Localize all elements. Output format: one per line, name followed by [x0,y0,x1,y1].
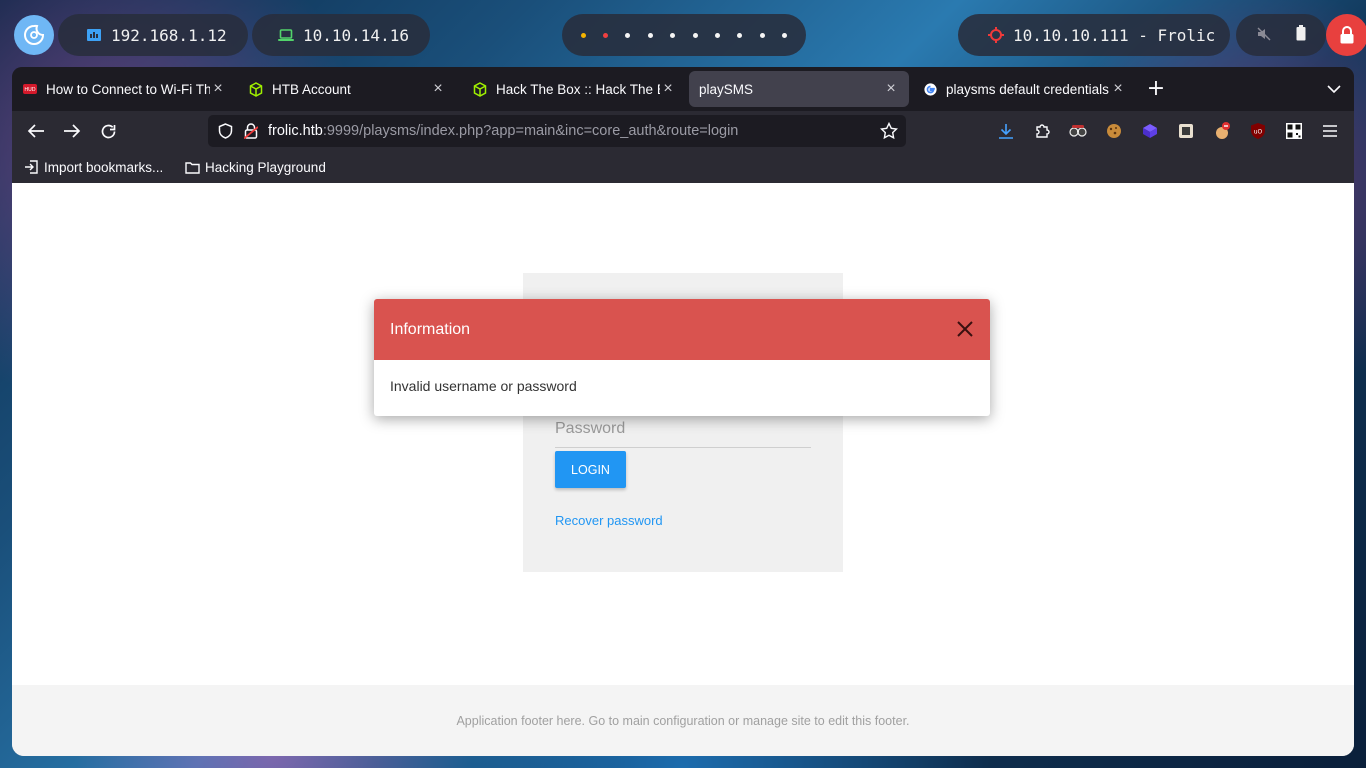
close-icon[interactable]: × [430,80,446,97]
tab-title: HTB Account [272,81,351,97]
import-bookmarks-label: Import bookmarks... [44,159,164,175]
url-host: frolic.htb [268,123,323,139]
extensions-puzzle-icon[interactable] [1032,121,1052,141]
debian-logo-icon[interactable] [14,15,54,55]
folder-icon [185,161,200,174]
tab-wifi-article[interactable]: HUD How to Connect to Wi-Fi Through × [12,71,236,107]
browser-window: HUD How to Connect to Wi-Fi Through × HT… [12,67,1354,756]
htb-cube-icon [472,81,488,97]
tab-title: playSMS [699,81,754,97]
workspace-dot[interactable] [580,32,586,38]
svg-text:uO: uO [1254,129,1263,136]
page-content: Password LOGIN Recover password Applicat… [12,183,1354,756]
target-icon [988,27,1004,43]
card-extension-icon[interactable] [1176,121,1196,141]
reload-icon[interactable] [96,119,120,143]
import-bookmarks-item[interactable]: Import bookmarks... [24,157,163,177]
new-tab-plus-icon[interactable]: + [1146,78,1166,100]
import-icon [25,160,38,174]
close-icon[interactable]: × [883,80,899,97]
modal-message: Invalid username or password [390,378,577,394]
recover-password-link[interactable]: Recover password [555,513,663,528]
target-text: 10.10.10.111 - Frolic [1013,25,1216,45]
qr-code-icon[interactable] [1284,121,1304,141]
workspace-dot[interactable] [670,32,676,38]
local-ip-widget[interactable]: 192.168.1.12 [58,14,248,56]
tab-google-search[interactable]: playsms default credentials × [912,71,1136,107]
modal-header: Information [374,299,990,360]
network-icon [86,27,102,43]
google-icon [922,81,938,97]
cookie-icon[interactable] [1104,121,1124,141]
bookmark-folder-label: Hacking Playground [205,159,326,175]
tab-title: How to Connect to Wi-Fi Through [46,81,210,97]
workspace-dot[interactable] [759,32,765,38]
insecure-lock-icon[interactable] [242,122,260,140]
workspace-dot[interactable] [692,32,698,38]
menu-hamburger-icon[interactable] [1320,121,1340,141]
shield-icon[interactable] [216,122,234,140]
tab-title: playsms default credentials [946,81,1109,97]
tab-title: Hack The Box :: Hack The Box [496,81,660,97]
close-icon[interactable]: × [660,80,676,97]
workspace-dot[interactable] [715,32,721,38]
bookmarks-toolbar: Import bookmarks... Hacking Playground [12,151,1354,183]
glasses-extension-icon[interactable] [1068,121,1088,141]
tab-hack-the-box[interactable]: Hack The Box :: Hack The Box × [462,71,686,107]
bookmark-folder-hacking[interactable]: Hacking Playground [185,157,326,177]
cube-extension-icon[interactable] [1140,121,1160,141]
bookmark-star-icon[interactable] [880,122,898,140]
password-field[interactable]: Password [555,418,811,448]
tab-bar: HUD How to Connect to Wi-Fi Through × HT… [12,67,1354,111]
workspace-dot[interactable] [625,32,631,38]
avatar-extension-icon[interactable] [1212,121,1232,141]
lock-button[interactable] [1326,14,1366,56]
modal-title: Information [390,320,471,338]
tab-playsms[interactable]: playSMS × [689,71,909,107]
system-tray [1236,14,1326,56]
vpn-ip-widget[interactable]: 10.10.14.16 [252,14,430,56]
lock-icon [1340,26,1354,44]
back-arrow-icon[interactable] [24,119,48,143]
svg-text:HUD: HUD [24,87,35,93]
workspace-dot[interactable] [603,32,609,38]
navigation-toolbar: frolic.htb :9999/playsms/index.php?app=m… [12,111,1354,151]
workspace-indicator[interactable] [562,14,806,56]
footer-text: Application footer here. Go to main conf… [456,713,910,728]
red-logo-icon: HUD [22,81,38,97]
ublock-icon[interactable]: uO [1248,121,1268,141]
htb-cube-icon [248,81,264,97]
forward-arrow-icon[interactable] [60,119,84,143]
battery-icon[interactable] [1296,25,1306,45]
application-footer: Application footer here. Go to main conf… [12,685,1354,756]
download-icon[interactable] [996,121,1016,141]
workspace-dot[interactable] [647,32,653,38]
close-icon[interactable]: × [1110,80,1126,97]
url-bar[interactable]: frolic.htb :9999/playsms/index.php?app=m… [208,115,906,147]
mute-icon[interactable] [1257,26,1271,45]
vpn-ip-text: 10.10.14.16 [303,25,409,45]
local-ip-text: 192.168.1.12 [111,25,227,45]
laptop-icon [278,27,294,43]
information-modal: Information Invalid username or password [374,299,990,416]
workspace-dot[interactable] [737,32,743,38]
tab-htb-account[interactable]: HTB Account × [238,71,456,107]
login-button[interactable]: LOGIN [555,451,626,488]
chevron-down-icon[interactable] [1324,79,1344,99]
close-icon[interactable]: × [210,80,226,97]
url-path: :9999/playsms/index.php?app=main&inc=cor… [322,123,739,139]
close-icon[interactable] [956,320,974,338]
workspace-dot[interactable] [782,32,788,38]
target-widget[interactable]: 10.10.10.111 - Frolic [958,14,1230,56]
